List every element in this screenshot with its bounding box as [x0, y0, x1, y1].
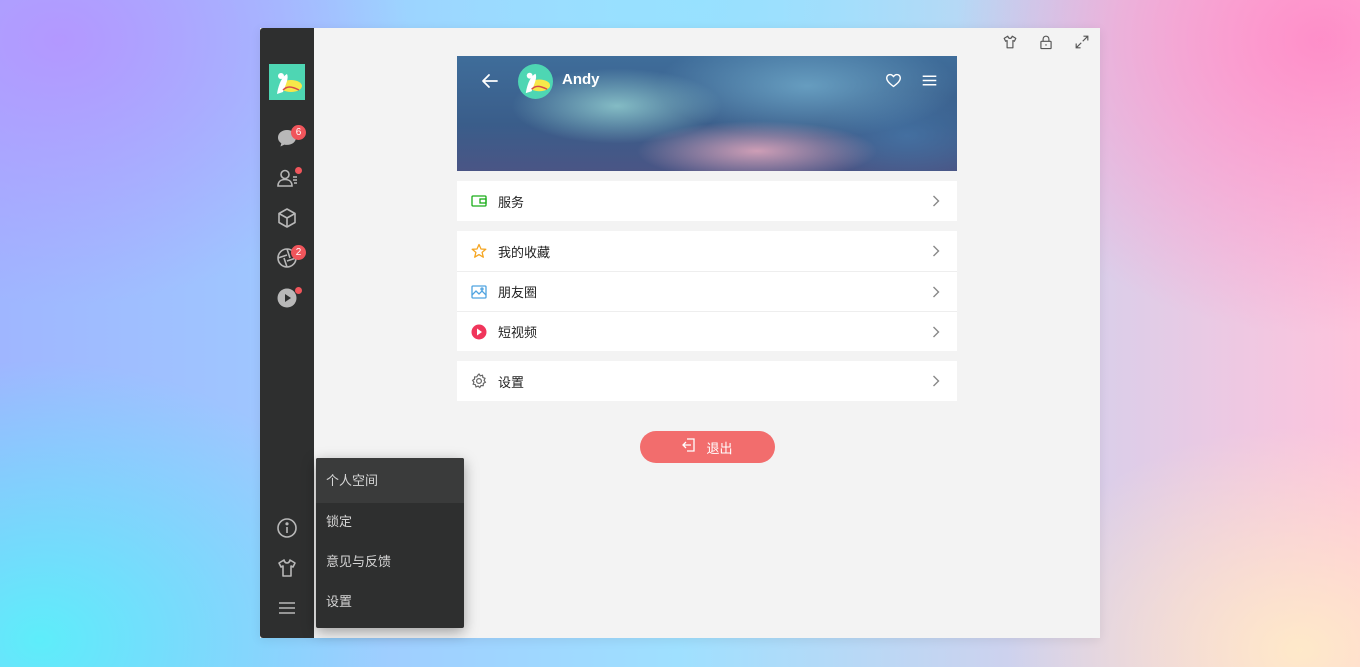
- lock-icon[interactable]: [1036, 32, 1056, 52]
- sidebar-popup-menu: 个人空间 锁定 意见与反馈 设置: [316, 458, 464, 628]
- chevron-right-icon: [931, 194, 941, 208]
- sidebar-logo[interactable]: [269, 64, 305, 100]
- box-icon[interactable]: [275, 206, 299, 230]
- row-moments[interactable]: 朋友圈: [457, 271, 957, 311]
- aperture-badge: 2: [291, 245, 306, 260]
- profile-panel: Andy 服务 我的收藏 朋友圈 短视频 设置 退出: [457, 56, 957, 463]
- row-short-video[interactable]: 短视频: [457, 311, 957, 351]
- logout-icon: [682, 438, 696, 456]
- services-group: 服务: [457, 181, 957, 221]
- contacts-dot: [295, 167, 302, 174]
- play-dot: [295, 287, 302, 294]
- menu-item-personal-space[interactable]: 个人空间: [316, 458, 464, 503]
- row-label: 服务: [498, 195, 525, 211]
- chevron-right-icon: [931, 285, 941, 299]
- video-play-icon: [471, 324, 487, 340]
- menu-item-feedback[interactable]: 意见与反馈: [316, 543, 464, 583]
- row-label: 我的收藏: [498, 245, 551, 261]
- chevron-right-icon: [931, 374, 941, 388]
- menu-item-lock[interactable]: 锁定: [316, 503, 464, 543]
- shirt-icon[interactable]: [1000, 32, 1020, 52]
- row-settings[interactable]: 设置: [457, 361, 957, 401]
- gear-icon: [471, 373, 487, 389]
- row-favorites[interactable]: 我的收藏: [457, 231, 957, 271]
- menu-item-settings[interactable]: 设置: [316, 583, 464, 623]
- logout-button[interactable]: 退出: [640, 431, 775, 463]
- window-toolbar: [1000, 32, 1092, 52]
- star-icon: [471, 243, 487, 259]
- row-label: 朋友圈: [498, 286, 538, 301]
- shirt-icon[interactable]: [275, 556, 299, 580]
- image-icon: [471, 284, 487, 300]
- info-icon[interactable]: [275, 516, 299, 540]
- profile-name: Andy: [562, 71, 600, 88]
- expand-icon[interactable]: [1072, 32, 1092, 52]
- chevron-right-icon: [931, 325, 941, 339]
- logout-label: 退出: [706, 441, 733, 457]
- settings-group: 设置: [457, 361, 957, 401]
- more-menu-icon[interactable]: [919, 70, 939, 90]
- chat-badge: 6: [291, 125, 306, 140]
- heart-icon[interactable]: [883, 70, 903, 90]
- chevron-right-icon: [931, 244, 941, 258]
- sidebar: 6 2: [260, 28, 314, 638]
- wallet-icon: [471, 193, 487, 209]
- features-group: 我的收藏 朋友圈 短视频: [457, 231, 957, 351]
- row-services[interactable]: 服务: [457, 181, 957, 221]
- avatar[interactable]: [518, 64, 553, 99]
- row-label: 短视频: [498, 326, 538, 341]
- back-arrow-icon[interactable]: [479, 70, 501, 92]
- profile-header: Andy: [457, 56, 957, 171]
- row-label: 设置: [498, 375, 525, 391]
- menu-icon[interactable]: [275, 596, 299, 620]
